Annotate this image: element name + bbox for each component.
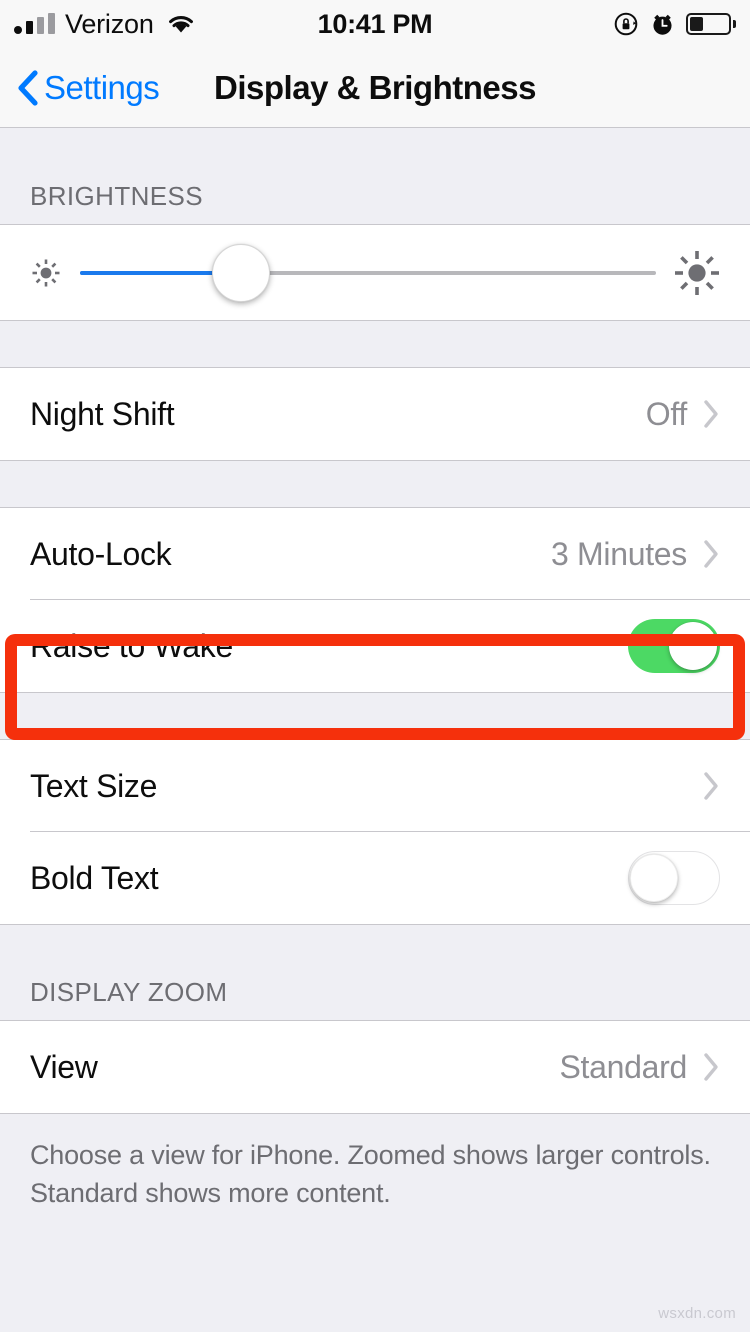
row-label: Bold Text	[30, 859, 159, 896]
row-view[interactable]: View Standard	[0, 1021, 750, 1113]
brightness-slider-row[interactable]	[0, 225, 750, 320]
navigation-bar: Settings Display & Brightness	[0, 48, 750, 128]
status-bar: Verizon 10:41 PM	[0, 0, 750, 48]
chevron-right-icon	[703, 399, 720, 429]
row-label: View	[30, 1048, 98, 1085]
row-value: Standard	[559, 1048, 688, 1085]
back-button[interactable]: Settings	[0, 68, 160, 107]
row-label: Text Size	[30, 767, 158, 804]
text-group: Text Size Bold Text	[0, 739, 750, 925]
row-value: 3 Minutes	[550, 535, 687, 572]
rotation-lock-icon	[613, 11, 639, 37]
row-label: Night Shift	[30, 395, 175, 432]
chevron-left-icon	[16, 69, 38, 107]
watermark: wsxdn.com	[658, 1305, 736, 1322]
iphone-screen: Verizon 10:41 PM Settings Display & Brig…	[0, 0, 750, 1332]
chevron-right-icon	[703, 771, 720, 801]
row-label: Auto-Lock	[30, 535, 172, 572]
row-night-shift[interactable]: Night Shift Off	[0, 368, 750, 460]
row-raise-to-wake[interactable]: Raise to Wake	[0, 600, 750, 692]
row-bold-text[interactable]: Bold Text	[0, 832, 750, 924]
raise-to-wake-toggle[interactable]	[628, 619, 720, 673]
section-header-brightness: BRIGHTNESS	[30, 181, 204, 211]
chevron-right-icon	[703, 1052, 720, 1082]
toggle-knob	[669, 622, 717, 670]
row-text-size[interactable]: Text Size	[0, 740, 750, 832]
settings-list: BRIGHTNESS Night Shift Off Auto-Lock 3 M…	[0, 129, 750, 1332]
row-auto-lock[interactable]: Auto-Lock 3 Minutes	[0, 508, 750, 600]
display-zoom-group: View Standard	[0, 1020, 750, 1114]
section-gap	[0, 461, 750, 507]
alarm-clock-icon	[650, 12, 675, 37]
night-shift-group: Night Shift Off	[0, 367, 750, 461]
row-label: Raise to Wake	[30, 627, 233, 664]
chevron-right-icon	[703, 539, 720, 569]
row-value: Off	[645, 395, 688, 432]
section-gap	[0, 693, 750, 739]
battery-icon	[686, 13, 736, 35]
section-gap	[0, 321, 750, 367]
sun-large-icon	[670, 246, 724, 300]
sun-small-icon	[26, 253, 66, 293]
back-button-label: Settings	[44, 68, 160, 106]
slider-thumb[interactable]	[212, 243, 271, 302]
brightness-slider-track[interactable]	[80, 243, 656, 302]
toggle-knob	[630, 853, 678, 902]
section-header-display-zoom: DISPLAY ZOOM	[30, 977, 228, 1007]
display-zoom-footer-text: Choose a view for iPhone. Zoomed shows l…	[0, 1114, 750, 1212]
brightness-group	[0, 224, 750, 321]
lock-group: Auto-Lock 3 Minutes Raise to Wake	[0, 507, 750, 693]
status-bar-right	[613, 11, 736, 37]
bold-text-toggle[interactable]	[628, 851, 720, 905]
